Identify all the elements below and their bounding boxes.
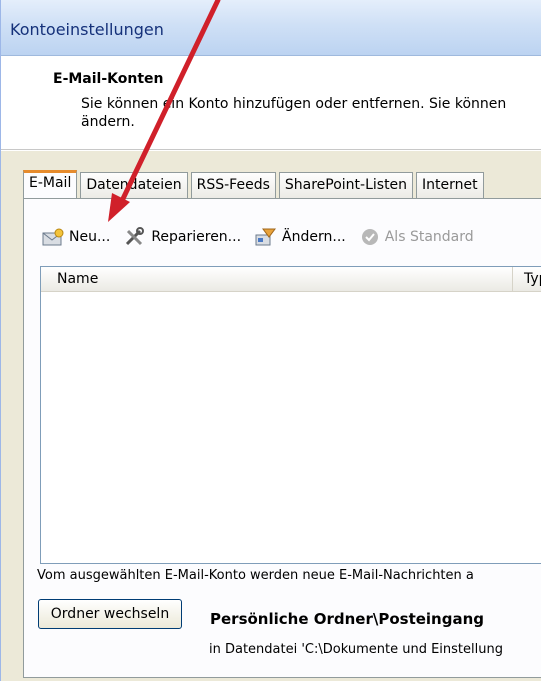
edit-account-icon xyxy=(255,228,277,246)
account-settings-window: Kontoeinstellungen E-Mail-Konten Sie kön… xyxy=(0,0,541,681)
title-bar: Kontoeinstellungen xyxy=(1,0,541,56)
dialog-body: E-Mail Datendateien RSS-Feeds SharePoint… xyxy=(1,151,541,681)
dialog-header: E-Mail-Konten Sie können ein Konto hinzu… xyxy=(1,57,541,150)
tab-data-files[interactable]: Datendateien xyxy=(80,172,188,198)
change-folder-button[interactable]: Ordner wechseln xyxy=(38,599,182,629)
new-account-button[interactable]: Neu... xyxy=(42,227,110,247)
change-label: Ändern... xyxy=(282,229,346,245)
tab-strip: E-Mail Datendateien RSS-Feeds SharePoint… xyxy=(23,170,487,198)
tab-internet[interactable]: Internet xyxy=(416,172,484,198)
header-description: Sie können ein Konto hinzufügen oder ent… xyxy=(81,95,541,131)
account-toolbar: Neu... Reparieren... Ändern... Als Stand… xyxy=(42,225,488,249)
header-description-line2: ändern. xyxy=(81,114,135,130)
delivery-folder-title: Persönliche Ordner\Posteingang xyxy=(210,610,485,628)
header-description-line1: Sie können ein Konto hinzufügen oder ent… xyxy=(81,96,507,112)
window-title: Kontoeinstellungen xyxy=(10,20,164,39)
list-header: Name Typ xyxy=(41,267,541,292)
column-header-type[interactable]: Typ xyxy=(512,267,541,291)
selected-account-info: Vom ausgewählten E-Mail-Konto werden neu… xyxy=(37,568,474,583)
header-title: E-Mail-Konten xyxy=(53,71,164,87)
new-mail-icon xyxy=(42,228,64,246)
checkmark-icon xyxy=(361,229,378,245)
tools-icon xyxy=(126,227,145,246)
change-button[interactable]: Ändern... xyxy=(255,227,346,247)
set-default-label: Als Standard xyxy=(384,229,474,245)
tab-email[interactable]: E-Mail xyxy=(23,170,78,198)
new-account-label: Neu... xyxy=(69,229,111,245)
set-default-button[interactable]: Als Standard xyxy=(360,227,474,247)
tab-rss-feeds[interactable]: RSS-Feeds xyxy=(190,172,276,198)
tab-sharepoint-lists[interactable]: SharePoint-Listen xyxy=(278,172,414,198)
column-header-name[interactable]: Name xyxy=(57,271,98,287)
repair-button[interactable]: Reparieren... xyxy=(124,227,241,247)
account-list[interactable]: Name Typ xyxy=(40,266,541,564)
delivery-folder-path: in Datendatei 'C:\Dokumente und Einstell… xyxy=(209,642,503,657)
repair-label: Reparieren... xyxy=(151,229,242,245)
